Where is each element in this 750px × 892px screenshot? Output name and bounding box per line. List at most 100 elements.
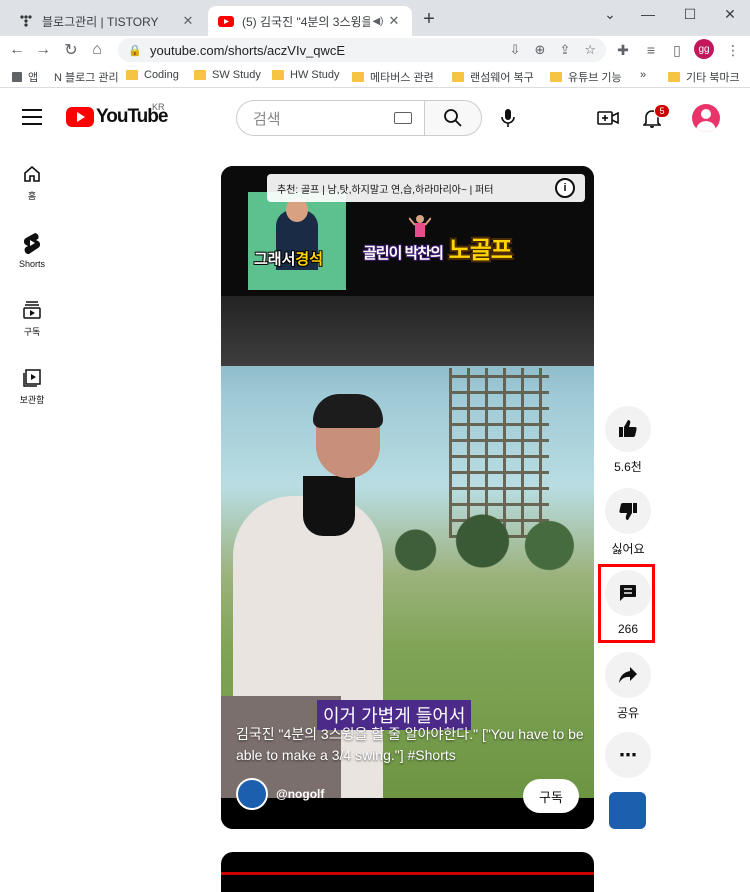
- browser-profile-avatar[interactable]: gg: [694, 39, 714, 59]
- channel-name[interactable]: @nogolf: [276, 787, 324, 801]
- dislike-button[interactable]: [605, 488, 651, 534]
- video-banner: 그래서경석 골린이 박찬의 노골프 추천: 골프 | 남,탓,하지말고 연,습,…: [221, 166, 594, 296]
- share-page-icon[interactable]: ⇪: [559, 42, 570, 58]
- channel-avatar[interactable]: [236, 778, 268, 810]
- like-count: 5.6천: [614, 460, 642, 474]
- more-horizontal-icon: ⋯: [619, 744, 637, 765]
- share-button[interactable]: [605, 652, 651, 698]
- install-icon[interactable]: ⇩: [510, 42, 521, 58]
- tab-close-icon[interactable]: ✕: [180, 13, 196, 29]
- youtube-play-icon: [66, 107, 94, 127]
- sidebar-item-home[interactable]: 홈: [0, 164, 64, 202]
- bookmark-coding[interactable]: Coding: [126, 69, 179, 81]
- search-button[interactable]: [424, 100, 482, 136]
- subscribe-button[interactable]: 구독: [523, 779, 579, 813]
- bookmark-ransomware[interactable]: 랜섬웨어 복구: [452, 69, 534, 85]
- tab-tistory[interactable]: 블로그관리 | TISTORY ✕: [8, 6, 206, 36]
- tab-youtube[interactable]: (5) 김국진 "4분의 3스윙을 할 ◀) ✕: [208, 6, 412, 36]
- youtube-favicon-icon: [218, 16, 234, 27]
- minimize-button[interactable]: —: [626, 0, 670, 28]
- tab-audio-icon[interactable]: ◀): [370, 16, 386, 27]
- tab-title: 블로그관리 | TISTORY: [42, 14, 159, 29]
- close-window-button[interactable]: ✕: [708, 0, 750, 28]
- library-icon: [23, 369, 41, 387]
- thumbs-down-icon: [619, 503, 637, 520]
- back-icon[interactable]: ←: [6, 39, 28, 61]
- bookmark-metaverse[interactable]: 메타버스 관련: [352, 69, 434, 85]
- home-icon: [24, 165, 40, 182]
- sidebar-item-subscriptions[interactable]: 구독: [0, 300, 64, 338]
- banner-thumb-label: 그래서경석: [254, 251, 324, 268]
- tab-close-icon[interactable]: ✕: [386, 13, 402, 29]
- media-control-icon[interactable]: ≡: [640, 39, 662, 61]
- video-title[interactable]: 김국진 "4분의 3스윙을 할 줄 알아야한다." ["You have to …: [236, 724, 586, 766]
- create-video-icon[interactable]: [596, 106, 620, 130]
- thumbs-up-icon: [619, 420, 637, 437]
- like-action[interactable]: 5.6천: [604, 406, 652, 475]
- more-action[interactable]: ⋯: [604, 732, 652, 778]
- search-icon: [444, 109, 462, 127]
- url-text: youtube.com/shorts/aczVIv_qwcE: [150, 42, 346, 58]
- folder-icon: [668, 72, 680, 82]
- sidebar-item-label: 구독: [23, 327, 41, 337]
- banner-thumbnail: 그래서경석: [248, 192, 346, 290]
- shorts-video-player[interactable]: 그래서경석 골린이 박찬의 노골프 추천: 골프 | 남,탓,하지말고 연,습,…: [221, 166, 594, 829]
- tab-title: (5) 김국진 "4분의 3스윙을 할: [242, 14, 370, 29]
- like-button[interactable]: [605, 406, 651, 452]
- folder-icon: [550, 72, 562, 82]
- keyboard-icon[interactable]: [394, 112, 412, 124]
- side-panel-icon[interactable]: ▯: [666, 39, 688, 61]
- bookmark-apps[interactable]: 앱: [12, 69, 38, 85]
- account-avatar[interactable]: [692, 104, 720, 132]
- bookmark-naver-blog[interactable]: N 블로그 관리: [54, 69, 119, 85]
- maximize-button[interactable]: ☐: [668, 0, 712, 28]
- extensions-icon[interactable]: ✚: [612, 39, 634, 61]
- notification-count-badge: 5: [654, 104, 670, 118]
- folder-icon: [352, 72, 364, 82]
- menu-icon[interactable]: [22, 109, 42, 125]
- zoom-icon[interactable]: ⊕: [535, 42, 546, 58]
- next-short-preview[interactable]: [221, 852, 594, 892]
- bookmark-other[interactable]: 기타 북마크: [668, 69, 740, 85]
- forward-icon[interactable]: →: [32, 39, 54, 61]
- folder-icon: [194, 70, 206, 80]
- recommendation-bar[interactable]: 추천: 골프 | 남,탓,하지말고 연,습,하라마리아~ | 퍼터 i: [267, 174, 585, 202]
- share-action[interactable]: 공유: [604, 652, 652, 721]
- logo-region: KR: [152, 102, 165, 112]
- sidebar-item-label: 보관함: [19, 395, 45, 405]
- more-options-button[interactable]: ⋯: [605, 732, 651, 778]
- bookmark-star-icon[interactable]: ☆: [584, 42, 596, 58]
- comment-highlight-box: [598, 564, 655, 643]
- tistory-favicon-icon: [20, 15, 32, 27]
- dislike-label: 싫어요: [611, 542, 645, 556]
- bookmark-hw-study[interactable]: HW Study: [272, 69, 340, 81]
- microphone-icon[interactable]: [496, 106, 520, 130]
- browser-tab-strip: 블로그관리 | TISTORY ✕ (5) 김국진 "4분의 3스윙을 할 ◀)…: [0, 0, 750, 36]
- dislike-action[interactable]: 싫어요: [604, 488, 652, 557]
- recommendation-text: 추천: 골프 | 남,탓,하지말고 연,습,하라마리아~ | 퍼터: [277, 184, 494, 196]
- browser-toolbar: ← → ↻ ⌂ 🔒 youtube.com/shorts/aczVIv_qwcE…: [0, 36, 750, 64]
- shorts-icon: [23, 233, 41, 254]
- channel-thumbnail-icon[interactable]: [609, 792, 646, 829]
- info-icon[interactable]: i: [555, 178, 575, 198]
- new-tab-button[interactable]: +: [418, 8, 440, 30]
- folder-icon: [272, 70, 284, 80]
- sidebar-item-shorts[interactable]: Shorts: [0, 232, 64, 269]
- sidebar-item-label: Shorts: [18, 259, 45, 269]
- lock-icon: 🔒: [128, 44, 142, 57]
- sidebar-item-label: 홈: [27, 191, 37, 201]
- share-label: 공유: [616, 706, 640, 720]
- bookmark-youtube-features[interactable]: 유튜브 기능: [550, 69, 622, 85]
- reload-icon[interactable]: ↻: [60, 39, 82, 61]
- bookmark-sw-study[interactable]: SW Study: [194, 69, 261, 81]
- folder-icon: [452, 72, 464, 82]
- bookmarks-overflow[interactable]: »: [640, 69, 646, 81]
- subscriptions-icon: [23, 301, 41, 319]
- share-arrow-icon: [619, 667, 637, 683]
- apps-icon: [12, 72, 22, 82]
- sidebar-item-library[interactable]: 보관함: [0, 368, 64, 406]
- address-bar[interactable]: 🔒 youtube.com/shorts/aczVIv_qwcE ⇩ ⊕ ⇪ ☆: [118, 38, 606, 62]
- home-browser-icon[interactable]: ⌂: [86, 39, 108, 61]
- youtube-header: YouTube KR 검색 5: [0, 92, 750, 144]
- browser-menu-icon[interactable]: ⋮: [722, 39, 744, 61]
